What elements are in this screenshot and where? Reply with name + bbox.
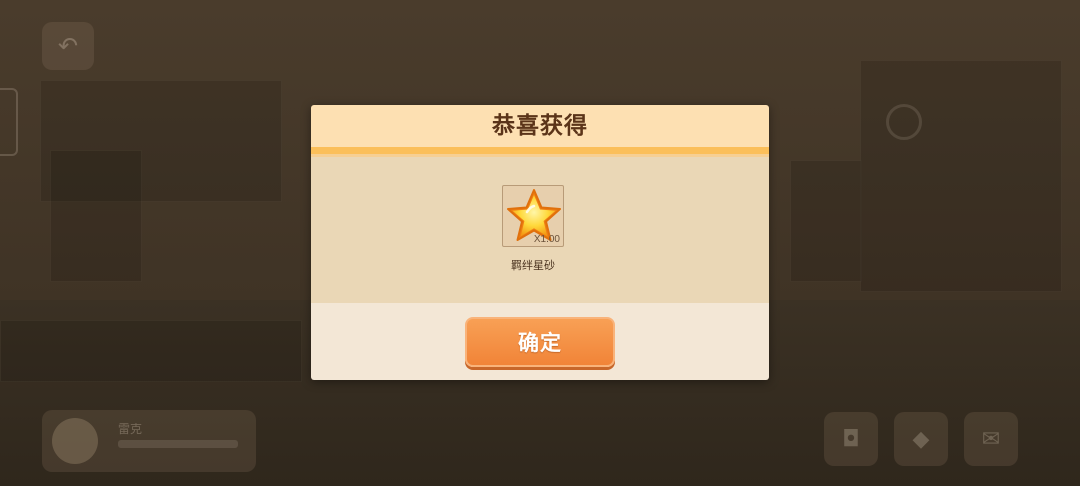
game-screen: ↶ 雷克 ◘ ◆ ✉ 恭喜获得 X1.00 羁绊星砂 确定 — [0, 0, 1080, 486]
reward-item-name: 羁绊星砂 — [511, 259, 555, 272]
background-cabinet — [790, 160, 862, 282]
character-name: 雷克 — [118, 422, 143, 436]
gift-icon: ◘ — [824, 412, 878, 466]
reward-quantity: X1.00 — [533, 234, 560, 245]
back-arrow-icon: ↶ — [42, 22, 94, 70]
dialog-header: 恭喜获得 — [311, 105, 769, 147]
reward-dialog: 恭喜获得 X1.00 羁绊星砂 确定 — [311, 105, 769, 380]
character-card: 雷克 — [42, 410, 256, 472]
character-desc — [118, 440, 238, 448]
gold-icon: ◆ — [894, 412, 948, 466]
dialog-title: 恭喜获得 — [492, 113, 588, 139]
confirm-button[interactable]: 确定 — [465, 317, 615, 367]
background-wardrobe — [860, 60, 1062, 292]
mail-icon: ✉ — [964, 412, 1018, 466]
header-stripe — [311, 147, 769, 154]
avatar — [52, 418, 98, 464]
background-sofa — [0, 320, 302, 382]
background-side-icon — [0, 88, 18, 156]
reward-item-slot[interactable]: X1.00 — [502, 185, 564, 247]
background-clock — [886, 104, 922, 140]
background-window — [50, 150, 142, 282]
